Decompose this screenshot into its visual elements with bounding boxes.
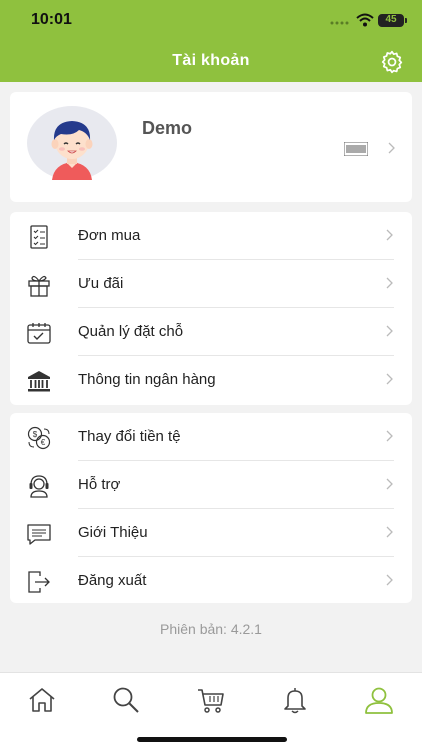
app-header: 10:01 45 Tài khoản — [0, 0, 422, 82]
chevron-right-icon — [386, 478, 393, 490]
menu-group-account: Đơn mua Ưu đãi Quản lý đặt chỗ Thông tin… — [10, 212, 412, 405]
menu-item-orders[interactable]: Đơn mua — [10, 212, 412, 260]
menu-item-label: Thông tin ngân hàng — [78, 371, 216, 388]
chevron-right-icon — [386, 229, 393, 241]
wifi-icon — [356, 13, 374, 27]
calendar-check-icon — [27, 323, 51, 344]
status-time: 10:01 — [31, 11, 72, 28]
menu-item-label: Thay đổi tiền tệ — [78, 428, 181, 445]
battery-tip — [405, 18, 407, 23]
menu-item-label: Quản lý đặt chỗ — [78, 323, 184, 340]
menu-item-currency[interactable]: $ € Thay đổi tiền tệ — [10, 413, 412, 461]
menu-item-support[interactable]: Hỗ trợ — [10, 461, 412, 509]
home-icon[interactable] — [27, 685, 57, 715]
menu-item-bookings[interactable]: Quản lý đặt chỗ — [10, 308, 412, 356]
menu-group-app: $ € Thay đổi tiền tệ Hỗ trợ Giới Thiệu Đ… — [10, 413, 412, 603]
version-label: Phiên bản: 4.2.1 — [160, 621, 262, 637]
menu-item-bank-info[interactable]: Thông tin ngân hàng — [10, 356, 412, 404]
support-headset-icon — [29, 475, 49, 498]
info-message-icon — [27, 524, 51, 545]
svg-text:€: € — [41, 438, 46, 447]
profile-name: Demo — [142, 118, 193, 138]
gear-icon[interactable] — [379, 49, 405, 75]
gift-icon — [28, 275, 50, 297]
page-title: Tài khoản — [172, 52, 250, 69]
menu-item-label: Giới Thiệu — [78, 524, 148, 541]
order-list-icon — [30, 225, 48, 249]
signal-icon — [330, 21, 349, 25]
currency-exchange-icon: $ € — [27, 426, 51, 450]
chevron-right-icon — [386, 277, 393, 289]
status-bar: 10:01 45 — [0, 0, 422, 40]
chevron-right-icon — [386, 526, 393, 538]
chevron-right-icon — [388, 142, 395, 154]
avatar — [27, 106, 117, 180]
cart-icon[interactable] — [196, 685, 226, 715]
bank-icon — [28, 371, 50, 392]
battery-icon: 45 — [378, 14, 404, 27]
profile-card[interactable]: Demo — [10, 92, 412, 202]
chevron-right-icon — [386, 373, 393, 385]
home-indicator — [137, 737, 287, 742]
chevron-right-icon — [386, 430, 393, 442]
chevron-right-icon — [386, 574, 393, 586]
menu-item-offers[interactable]: Ưu đãi — [10, 260, 412, 308]
menu-item-label: Hỗ trợ — [78, 476, 121, 493]
logout-icon — [28, 571, 50, 593]
menu-item-label: Ưu đãi — [78, 275, 124, 292]
profile-icon[interactable] — [364, 685, 394, 715]
search-icon[interactable] — [111, 685, 141, 715]
menu-item-about[interactable]: Giới Thiệu — [10, 509, 412, 557]
bell-icon[interactable] — [280, 685, 310, 715]
menu-item-label: Đăng xuất — [78, 572, 147, 589]
svg-text:$: $ — [33, 430, 38, 439]
chevron-right-icon — [386, 325, 393, 337]
barcode-icon[interactable] — [344, 142, 368, 156]
menu-item-logout[interactable]: Đăng xuất — [10, 557, 412, 605]
menu-item-label: Đơn mua — [78, 227, 141, 244]
